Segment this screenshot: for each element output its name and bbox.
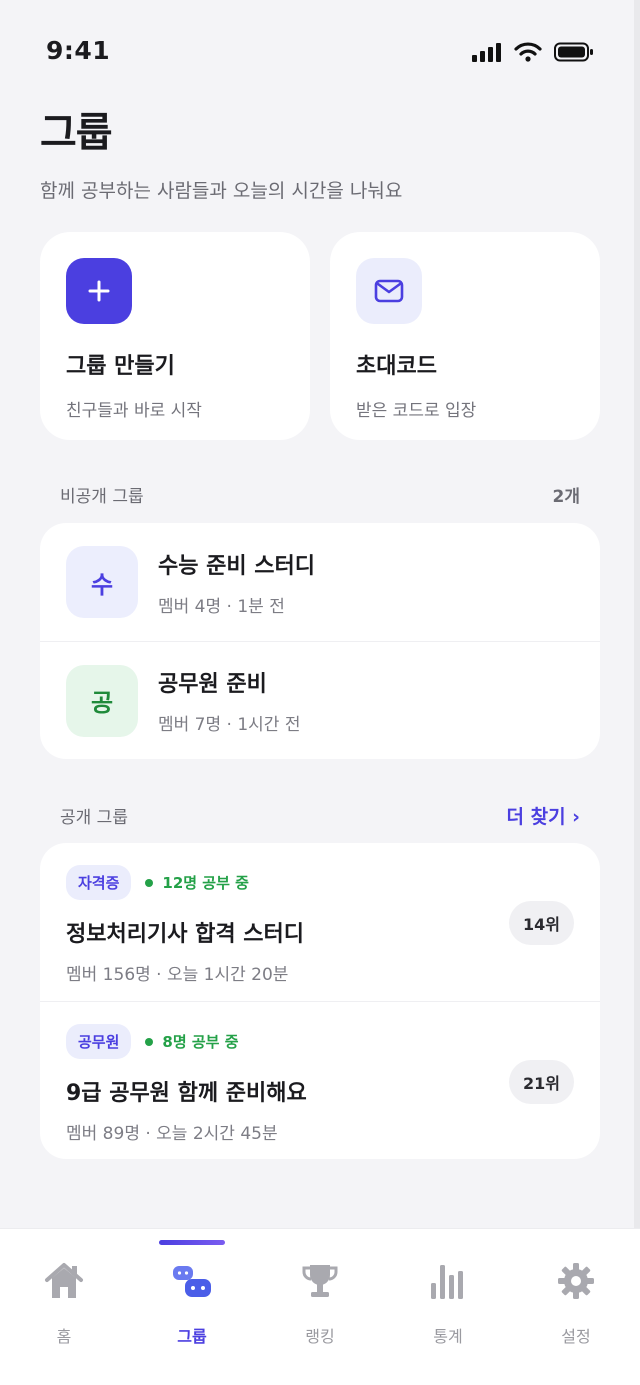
public-section-label: 공개 그룹 bbox=[60, 808, 128, 828]
status-time: 9:41 bbox=[46, 36, 111, 65]
group-icon bbox=[170, 1259, 214, 1303]
group-avatar: 수 bbox=[66, 546, 138, 618]
live-dot-icon bbox=[145, 1037, 154, 1046]
live-status: 8명 공부 중 bbox=[145, 1031, 239, 1052]
tab-settings[interactable]: 설정 bbox=[512, 1229, 640, 1385]
category-tag: 자격증 bbox=[66, 865, 132, 900]
live-count: 8명 공부 중 bbox=[162, 1033, 239, 1051]
plus-icon bbox=[66, 258, 132, 324]
action-row: 그룹 만들기 친구들과 바로 시작 초대코드 받은 코드로 입장 bbox=[40, 232, 600, 440]
invite-code-title: 초대코드 bbox=[356, 354, 437, 379]
invite-code-card[interactable]: 초대코드 받은 코드로 입장 bbox=[330, 232, 600, 440]
group-name: 수능 준비 스터디 bbox=[158, 553, 315, 579]
group-name: 정보처리기사 합격 스터디 bbox=[66, 922, 304, 947]
status-icons bbox=[472, 42, 594, 62]
mail-icon bbox=[356, 258, 422, 324]
invite-code-desc: 받은 코드로 입장 bbox=[356, 401, 477, 421]
tab-label: 통계 bbox=[433, 1327, 463, 1346]
find-more-link[interactable]: 더 찾기 › bbox=[507, 802, 581, 829]
page-title: 그룹 bbox=[40, 110, 113, 156]
create-group-card[interactable]: 그룹 만들기 친구들과 바로 시작 bbox=[40, 232, 310, 440]
tab-label: 그룹 bbox=[177, 1327, 207, 1346]
page-subtitle: 함께 공부하는 사람들과 오늘의 시간을 나눠요 bbox=[40, 180, 403, 202]
group-name: 9급 공무원 함께 준비해요 bbox=[66, 1081, 307, 1106]
tab-label: 랭킹 bbox=[305, 1327, 335, 1346]
group-avatar: 공 bbox=[66, 664, 138, 737]
list-item[interactable]: 공 공무원 준비 멤버 7명 · 1시간 전 bbox=[40, 641, 600, 759]
tab-ranking[interactable]: 랭킹 bbox=[256, 1229, 384, 1385]
create-group-title: 그룹 만들기 bbox=[66, 354, 175, 379]
private-section-header: 비공개 그룹 2개 bbox=[60, 482, 580, 507]
public-section-header: 공개 그룹 더 찾기 › bbox=[60, 802, 580, 829]
group-meta: 멤버 4명 · 1분 전 bbox=[158, 596, 285, 617]
category-tag: 공무원 bbox=[66, 1024, 132, 1059]
tab-stats[interactable]: 통계 bbox=[384, 1229, 512, 1385]
scrollbar[interactable] bbox=[634, 0, 640, 1228]
private-group-list: 수 수능 준비 스터디 멤버 4명 · 1분 전 공 공무원 준비 멤버 7명 … bbox=[40, 523, 600, 759]
active-tab-indicator bbox=[159, 1240, 225, 1245]
rank-badge: 21위 bbox=[509, 1060, 574, 1104]
group-meta: 멤버 156명 · 오늘 1시간 20분 bbox=[66, 965, 289, 985]
tab-group[interactable]: 그룹 bbox=[128, 1229, 256, 1385]
group-meta: 멤버 89명 · 오늘 2시간 45분 bbox=[66, 1124, 278, 1144]
gear-icon bbox=[554, 1259, 598, 1303]
bottom-tab-bar: 홈 그룹 랭킹 통계 설정 bbox=[0, 1228, 640, 1385]
group-meta: 멤버 7명 · 1시간 전 bbox=[158, 715, 301, 735]
tab-label: 설정 bbox=[561, 1327, 591, 1346]
battery-icon bbox=[554, 42, 593, 62]
live-status: 12명 공부 중 bbox=[145, 872, 249, 893]
wifi-icon bbox=[514, 42, 542, 62]
private-section-label: 비공개 그룹 bbox=[60, 487, 144, 507]
status-bar: 9:41 bbox=[0, 0, 640, 96]
home-icon bbox=[42, 1259, 86, 1303]
list-item[interactable]: 자격증 12명 공부 중 정보처리기사 합격 스터디 멤버 156명 · 오늘 … bbox=[40, 843, 600, 1001]
cellular-signal-icon bbox=[472, 43, 501, 62]
create-group-desc: 친구들과 바로 시작 bbox=[66, 401, 202, 421]
tab-home[interactable]: 홈 bbox=[0, 1229, 128, 1385]
private-section-count: 2개 bbox=[552, 487, 580, 507]
tab-label: 홈 bbox=[56, 1327, 72, 1346]
rank-badge: 14위 bbox=[509, 901, 574, 945]
group-name: 공무원 준비 bbox=[158, 672, 267, 697]
bar-chart-icon bbox=[426, 1259, 470, 1303]
page-header: 그룹 함께 공부하는 사람들과 오늘의 시간을 나눠요 bbox=[40, 100, 402, 203]
live-count: 12명 공부 중 bbox=[162, 874, 249, 892]
public-group-list: 자격증 12명 공부 중 정보처리기사 합격 스터디 멤버 156명 · 오늘 … bbox=[40, 843, 600, 1159]
trophy-icon bbox=[298, 1259, 342, 1303]
live-dot-icon bbox=[145, 878, 154, 887]
list-item[interactable]: 수 수능 준비 스터디 멤버 4명 · 1분 전 bbox=[40, 523, 600, 641]
list-item[interactable]: 공무원 8명 공부 중 9급 공무원 함께 준비해요 멤버 89명 · 오늘 2… bbox=[40, 1001, 600, 1159]
